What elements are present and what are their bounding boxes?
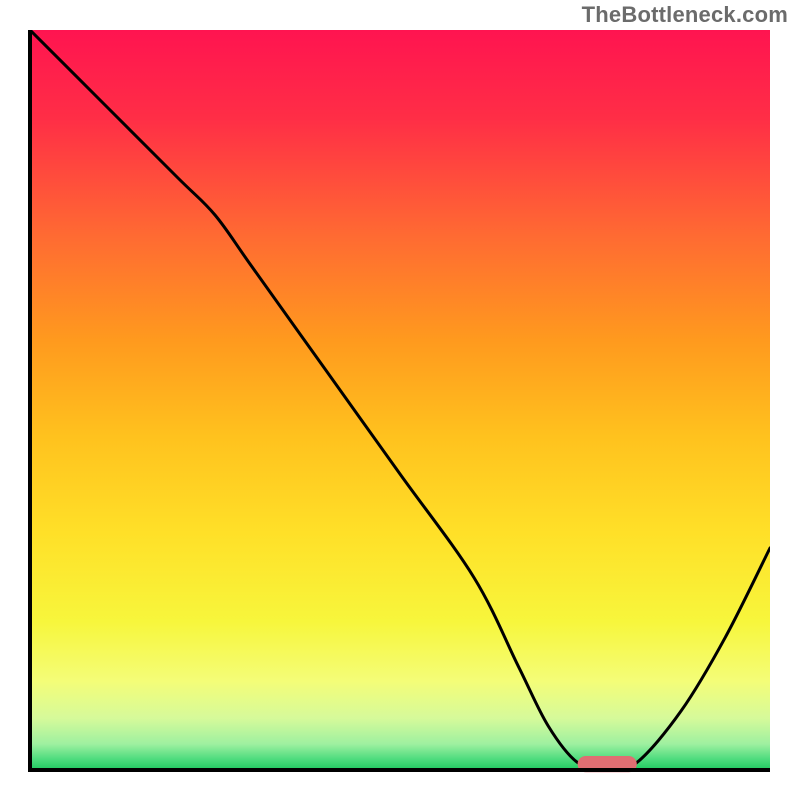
- chart-container: TheBottleneck.com: [0, 0, 800, 800]
- bottleneck-chart: [0, 0, 800, 800]
